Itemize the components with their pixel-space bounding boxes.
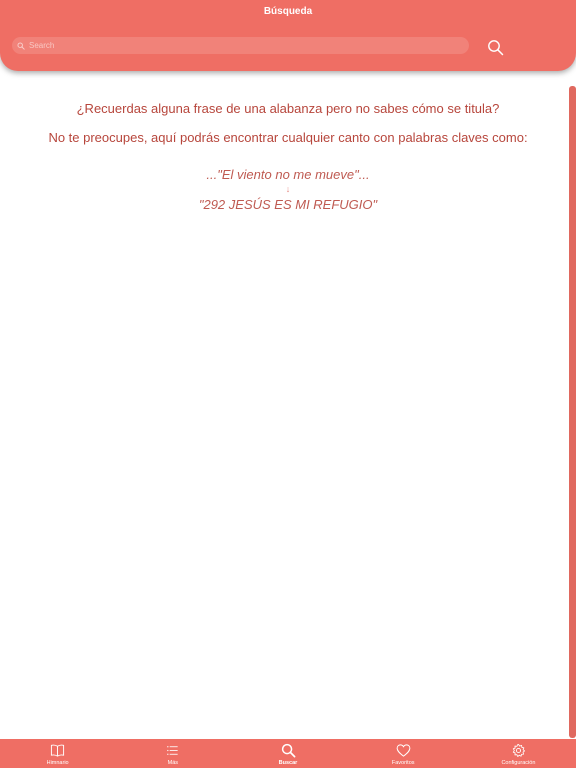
tab-label: Himnario — [46, 760, 69, 766]
search-button[interactable] — [487, 39, 504, 56]
book-icon — [51, 744, 65, 757]
search-input[interactable] — [29, 41, 469, 50]
intro-explanation: No te preocupes, aquí podrás encontrar c… — [48, 130, 528, 145]
tab-label: Más — [167, 760, 178, 766]
gear-icon — [512, 743, 525, 757]
page-title: Búsqueda — [263, 6, 313, 17]
tab-buscar[interactable]: Buscar — [230, 739, 345, 768]
tab-himnario[interactable]: Himnario — [0, 739, 115, 768]
example-song-title: "292 JESÚS ES MI REFUGIO" — [198, 197, 378, 212]
header-bar: Búsqueda — [0, 0, 576, 71]
arrow-down-icon: ↓ — [285, 184, 291, 194]
tab-mas[interactable]: Más — [115, 739, 230, 768]
search-bar[interactable] — [12, 37, 469, 54]
tab-bar: Himnario Más Buscar Favoritos Configurac… — [0, 739, 576, 768]
heart-icon — [396, 744, 411, 757]
tab-label: Configuración — [501, 760, 536, 766]
list-icon — [167, 746, 178, 755]
main-content: ¿Recuerdas alguna frase de una alabanza … — [0, 100, 576, 213]
example-phrase: ..."El viento no me mueve"... — [206, 167, 370, 182]
tab-favoritos[interactable]: Favoritos — [346, 739, 461, 768]
search-icon — [17, 41, 25, 50]
intro-question: ¿Recuerdas alguna frase de una alabanza … — [76, 101, 500, 116]
tab-label: Favoritos — [391, 760, 415, 766]
search-icon — [281, 743, 295, 758]
tab-label: Buscar — [278, 760, 298, 766]
tab-configuracion[interactable]: Configuración — [461, 739, 576, 768]
